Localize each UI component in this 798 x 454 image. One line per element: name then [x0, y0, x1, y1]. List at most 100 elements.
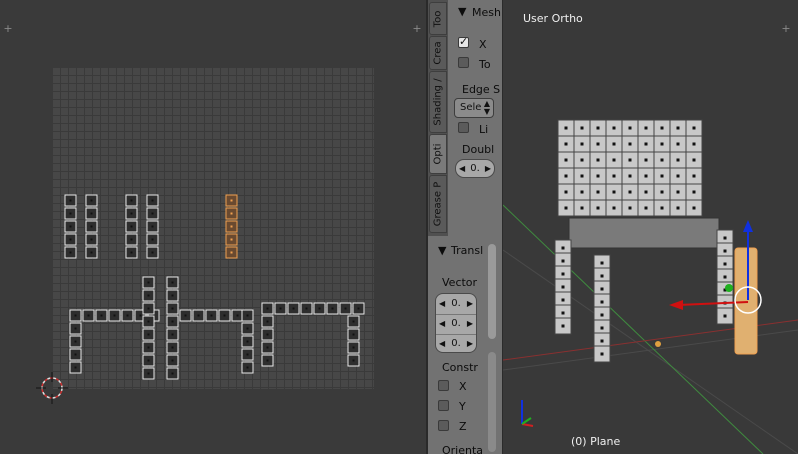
3d-viewport[interactable]: User Ortho (0) Plane +: [503, 0, 798, 454]
uv-face-dot: [230, 199, 233, 202]
2d-cursor-icon[interactable]: [32, 368, 72, 408]
mesh-vertex: [660, 206, 664, 210]
edge-select-dropdown[interactable]: Sele ▲ ▼: [454, 98, 494, 118]
vector-z-value: 0.: [451, 338, 461, 349]
mesh-vertex: [600, 352, 604, 356]
uv-face-dot: [69, 212, 72, 215]
x-mirror-label: X: [479, 38, 487, 51]
mesh-vertex: [596, 206, 600, 210]
mesh-vertex: [596, 126, 600, 130]
uv-face-dot: [139, 314, 142, 317]
mesh-vertex: [676, 158, 680, 162]
uv-face-dot: [331, 307, 334, 310]
uv-face-dot: [171, 281, 174, 284]
uv-face-dot: [147, 320, 150, 323]
mesh-vertex: [561, 246, 565, 250]
uv-face-dot: [305, 307, 308, 310]
panel-scrollbar-track[interactable]: [488, 352, 496, 452]
tab-label: Opti: [432, 143, 444, 165]
uv-face-dot: [151, 225, 154, 228]
uv-face-dot: [100, 314, 103, 317]
tab-grease-pencil[interactable]: Grease P: [429, 175, 447, 233]
increment-arrow-icon[interactable]: ▶: [467, 314, 473, 333]
uv-face-dot: [151, 251, 154, 254]
mesh-vertex: [596, 190, 600, 194]
vector-x-field[interactable]: ◀ 0. ▶: [436, 294, 476, 315]
uv-face-dot: [236, 314, 239, 317]
panel-scrollbar[interactable]: [488, 244, 496, 339]
uv-face-dot: [90, 238, 93, 241]
uv-face-dot: [230, 212, 233, 215]
mesh-vertex: [628, 174, 632, 178]
collapse-arrow-icon[interactable]: ▼: [458, 5, 466, 18]
panel-title-translate: Transl: [451, 244, 484, 257]
decrement-arrow-icon[interactable]: ◀: [459, 160, 465, 177]
uv-face-dot: [151, 238, 154, 241]
vector-label: Vector: [442, 276, 478, 289]
mesh-vertex: [628, 126, 632, 130]
uv-face-dot: [69, 251, 72, 254]
constraint-z-checkbox[interactable]: [438, 420, 449, 431]
mesh-vertex: [561, 272, 565, 276]
mesh-vertex: [628, 206, 632, 210]
topology-checkbox[interactable]: [458, 57, 469, 68]
increment-arrow-icon[interactable]: ▶: [485, 160, 491, 177]
mesh-vertex: [580, 142, 584, 146]
mesh-vertex: [564, 158, 568, 162]
double-threshold-field[interactable]: ◀ 0. ▶: [455, 159, 495, 178]
mesh-vertex: [596, 158, 600, 162]
uv-face-dot: [171, 333, 174, 336]
uv-face-dot: [171, 346, 174, 349]
vector-field[interactable]: ◀ 0. ▶ ◀ 0. ▶ ◀ 0. ▶: [435, 293, 477, 353]
viewport-scene[interactable]: [503, 0, 798, 454]
uv-face-dot: [87, 314, 90, 317]
tab-options[interactable]: Opti: [429, 134, 447, 174]
object-origin: [655, 341, 661, 347]
uv-image-editor[interactable]: + +: [0, 0, 426, 454]
last-operator-panel: ▼ Transl Vector ◀ 0. ▶ ◀ 0. ▶ ◀ 0. ▶ Constr X …: [428, 236, 503, 454]
axis-gizmo-icon: [521, 400, 534, 427]
double-threshold-label: Doubl: [462, 143, 495, 156]
decrement-arrow-icon[interactable]: ◀: [439, 294, 445, 313]
area-split-icon[interactable]: +: [781, 23, 791, 34]
constraint-y-checkbox[interactable]: [438, 400, 449, 411]
mesh-vertex: [644, 158, 648, 162]
decrement-arrow-icon[interactable]: ◀: [439, 334, 445, 353]
increment-arrow-icon[interactable]: ▶: [467, 294, 473, 313]
mesh-vertex: [692, 126, 696, 130]
uv-face-dot: [147, 359, 150, 362]
mesh-vertex: [561, 285, 565, 289]
mesh-vertex: [628, 142, 632, 146]
link-checkbox[interactable]: [458, 122, 469, 133]
uv-face-dot: [130, 225, 133, 228]
edge-select-label: Edge S: [462, 83, 501, 96]
uv-face-dot: [230, 238, 233, 241]
mesh-vertex: [561, 324, 565, 328]
mesh-vertex: [612, 190, 616, 194]
tab-label: Crea: [432, 41, 444, 65]
uv-face-dot: [223, 314, 226, 317]
vector-y-field[interactable]: ◀ 0. ▶: [436, 314, 476, 335]
uv-face-dot: [344, 307, 347, 310]
increment-arrow-icon[interactable]: ▶: [467, 334, 473, 353]
edge-select-value: Sele: [460, 102, 482, 113]
tab-tools[interactable]: Too: [429, 2, 447, 35]
tab-create[interactable]: Crea: [429, 36, 447, 70]
mesh-vertex: [600, 339, 604, 343]
uv-face-dot: [151, 212, 154, 215]
uv-face-dot: [126, 314, 129, 317]
uv-face-dot: [130, 212, 133, 215]
constraint-x-checkbox[interactable]: [438, 380, 449, 391]
x-mirror-checkbox[interactable]: [458, 35, 469, 48]
tab-shading[interactable]: Shading /: [429, 71, 447, 133]
mesh-vertex: [564, 126, 568, 130]
y-manipulator: [725, 284, 733, 292]
tab-label: Shading /: [432, 78, 444, 126]
decrement-arrow-icon[interactable]: ◀: [439, 314, 445, 333]
mesh-vertex: [692, 158, 696, 162]
uv-face-dot: [171, 372, 174, 375]
mesh-vertex: [676, 142, 680, 146]
vector-z-field[interactable]: ◀ 0. ▶: [436, 334, 476, 353]
uv-face-dot: [230, 225, 233, 228]
collapse-arrow-icon[interactable]: ▼: [438, 244, 446, 257]
